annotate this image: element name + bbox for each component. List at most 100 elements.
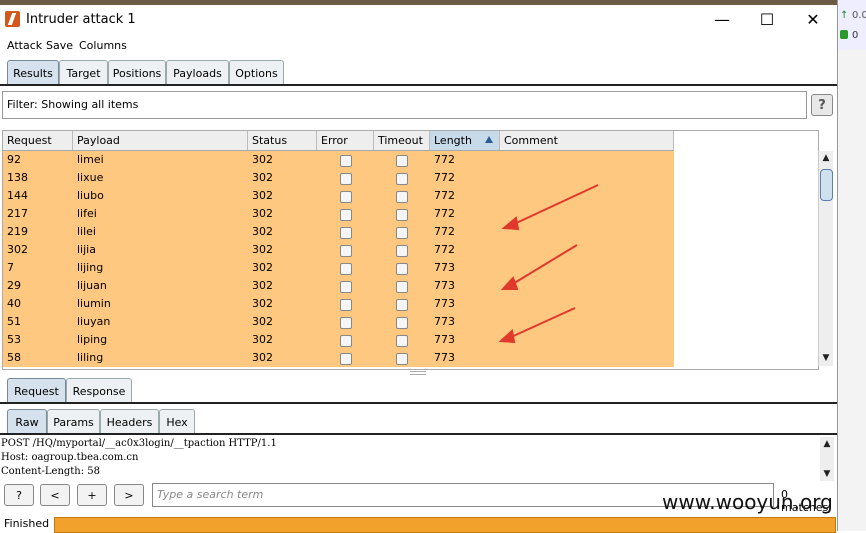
request-cell: 53 [7, 333, 21, 346]
error-checkbox [340, 173, 352, 185]
menu-columns[interactable]: Columns [79, 39, 127, 52]
tab-divider [0, 84, 837, 86]
status-cell: 302 [252, 333, 273, 346]
timeout-checkbox [396, 245, 408, 257]
payload-cell: liling [77, 351, 104, 364]
table-row[interactable]: 144 liubo 302 772 [3, 187, 674, 205]
length-cell: 772 [434, 207, 455, 220]
results-table: Request Payload Status Error Timeout Len… [2, 130, 819, 370]
search-placeholder: Type a search term [157, 488, 264, 501]
column-header-error[interactable]: Error [317, 131, 374, 150]
scroll-down-icon[interactable]: ▼ [819, 351, 833, 365]
table-row[interactable]: 219 lilei 302 772 [3, 223, 674, 241]
status-cell: 302 [252, 243, 273, 256]
error-checkbox [340, 155, 352, 167]
tab-response[interactable]: Response [66, 378, 132, 403]
length-cell: 772 [434, 153, 455, 166]
timeout-checkbox [396, 173, 408, 185]
payload-cell: liumin [77, 297, 111, 310]
error-checkbox [340, 353, 352, 365]
search-help-button[interactable]: ? [4, 484, 34, 506]
view-tabs: Raw Params Headers Hex [0, 409, 837, 435]
request-cell: 144 [7, 189, 28, 202]
status-cell: 302 [252, 171, 273, 184]
timeout-checkbox [396, 263, 408, 275]
table-row[interactable]: 138 lixue 302 772 [3, 169, 674, 187]
column-header-comment[interactable]: Comment [500, 131, 674, 150]
status-text: Finished [4, 517, 50, 530]
tab-options[interactable]: Options [229, 60, 284, 85]
maximize-icon[interactable]: ☐ [745, 7, 789, 31]
table-row[interactable]: 40 liumin 302 773 [3, 295, 674, 313]
burp-logo-icon [5, 11, 20, 27]
comment-cell [500, 187, 674, 205]
scroll-up-icon[interactable]: ▲ [820, 437, 834, 451]
menu-bar: Attack Save Columns [0, 36, 837, 56]
view-tab-divider [0, 433, 837, 435]
length-cell: 772 [434, 243, 455, 256]
comment-cell [500, 169, 674, 187]
menu-attack[interactable]: Attack [7, 39, 42, 52]
tab-positions[interactable]: Positions [108, 60, 166, 85]
tab-params[interactable]: Params [47, 409, 100, 434]
filter-bar[interactable]: Filter: Showing all items [2, 91, 807, 119]
scroll-down-icon[interactable]: ▼ [820, 467, 834, 481]
search-next-button[interactable]: > [114, 484, 144, 506]
status-cell: 302 [252, 297, 273, 310]
request-cell: 40 [7, 297, 21, 310]
column-header-timeout[interactable]: Timeout [374, 131, 430, 150]
table-row[interactable]: 302 lijia 302 772 [3, 241, 674, 259]
table-row[interactable]: 51 liuyan 302 773 [3, 313, 674, 331]
error-checkbox [340, 209, 352, 221]
background-panel [838, 0, 866, 50]
search-add-button[interactable]: + [77, 484, 107, 506]
tab-hex[interactable]: Hex [159, 409, 195, 434]
tab-raw[interactable]: Raw [7, 409, 47, 434]
tab-request[interactable]: Request [7, 378, 66, 403]
minimize-icon[interactable]: — [700, 7, 744, 31]
request-editor[interactable]: POST /HQ/myportal/__ac0x3login/__tpactio… [0, 437, 818, 481]
close-icon[interactable]: ✕ [791, 7, 835, 31]
request-scrollbar[interactable]: ▲ ▼ [820, 437, 834, 481]
tab-results[interactable]: Results [7, 60, 59, 85]
error-checkbox [340, 299, 352, 311]
tab-headers[interactable]: Headers [100, 409, 159, 434]
filter-label: Filter: Showing all items [7, 98, 139, 111]
comment-cell [500, 205, 674, 223]
status-bar: Finished [0, 514, 837, 533]
status-cell: 302 [252, 261, 273, 274]
comment-cell [500, 151, 674, 169]
column-header-status[interactable]: Status [248, 131, 317, 150]
column-header-request[interactable]: Request [3, 131, 73, 150]
comment-cell [500, 259, 674, 277]
error-checkbox [340, 245, 352, 257]
tab-target[interactable]: Target [59, 60, 108, 85]
table-row[interactable]: 58 liling 302 773 [3, 349, 674, 367]
table-header: Request Payload Status Error Timeout Len… [3, 131, 674, 151]
column-header-payload[interactable]: Payload [73, 131, 248, 150]
tab-payloads[interactable]: Payloads [166, 60, 229, 85]
scroll-up-icon[interactable]: ▲ [819, 151, 833, 165]
column-header-length[interactable]: Length [430, 131, 500, 150]
table-row[interactable]: 53 liping 302 773 [3, 331, 674, 349]
comment-cell [500, 223, 674, 241]
table-row[interactable]: 7 lijing 302 773 [3, 259, 674, 277]
search-previous-button[interactable]: < [40, 484, 70, 506]
length-cell: 773 [434, 351, 455, 364]
filter-help-button[interactable]: ? [811, 94, 833, 116]
timeout-checkbox [396, 353, 408, 365]
table-row[interactable]: 29 lijuan 302 773 [3, 277, 674, 295]
length-cell: 773 [434, 261, 455, 274]
table-scrollbar[interactable]: ▲ ▼ [818, 151, 833, 366]
table-row[interactable]: 92 limei 302 772 [3, 151, 674, 169]
scroll-thumb[interactable] [820, 169, 833, 201]
error-checkbox [340, 317, 352, 329]
timeout-checkbox [396, 209, 408, 221]
pane-splitter[interactable] [0, 370, 837, 375]
splitter-grip-icon[interactable] [410, 371, 426, 375]
table-row[interactable]: 217 lifei 302 772 [3, 205, 674, 223]
length-cell: 772 [434, 189, 455, 202]
menu-save[interactable]: Save [46, 39, 73, 52]
comment-cell [500, 295, 674, 313]
payload-cell: liping [77, 333, 108, 346]
